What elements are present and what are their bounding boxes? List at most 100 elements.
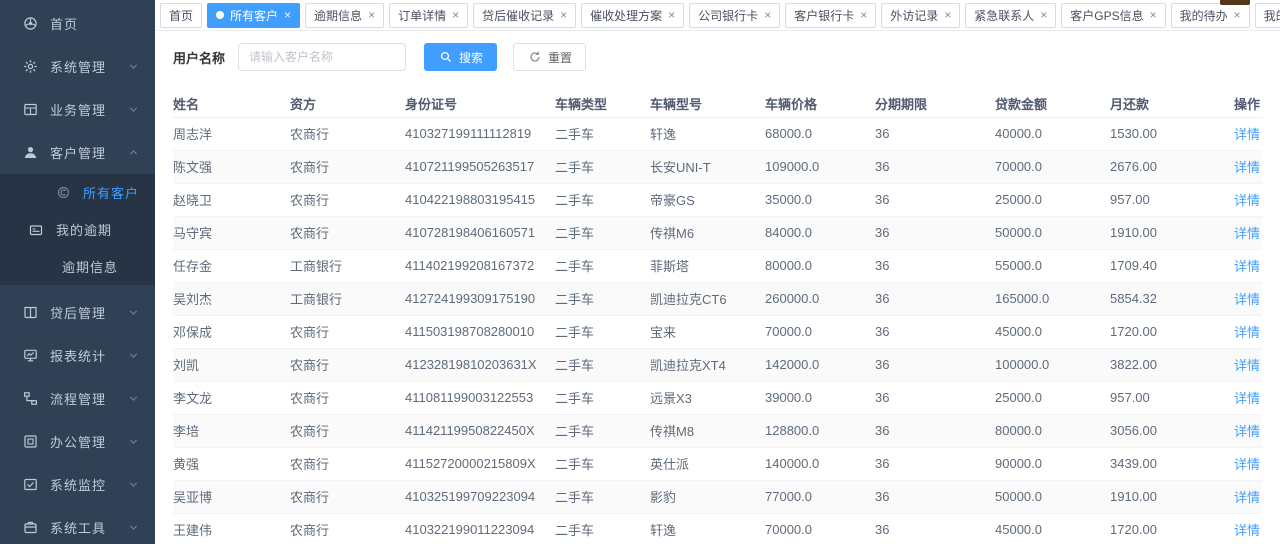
cell-action: 详情 <box>1220 249 1262 282</box>
tab-label: 外访记录 <box>890 7 938 24</box>
refresh-icon <box>527 49 543 65</box>
detail-link[interactable]: 详情 <box>1234 292 1260 307</box>
detail-link[interactable]: 详情 <box>1234 226 1260 241</box>
close-icon[interactable]: × <box>560 9 567 21</box>
column-header-name: 姓名 <box>173 91 290 117</box>
column-header-loan: 贷款金额 <box>995 91 1110 117</box>
close-icon[interactable]: × <box>284 9 291 21</box>
cell-id_no: 410728198406160571 <box>405 216 555 249</box>
tab-collection-plan[interactable]: 催收处理方案× <box>581 3 684 28</box>
cell-vtype: 二手车 <box>555 381 650 414</box>
close-icon[interactable]: × <box>1150 9 1157 21</box>
detail-link[interactable]: 详情 <box>1234 193 1260 208</box>
sidebar-item-office-manage[interactable]: 办公管理 <box>0 420 155 463</box>
cell-loan: 165000.0 <box>995 282 1110 315</box>
chevron-down-icon <box>125 520 141 536</box>
cell-vtype: 二手车 <box>555 183 650 216</box>
cell-loan: 25000.0 <box>995 183 1110 216</box>
tab-order-detail[interactable]: 订单详情× <box>389 3 468 28</box>
detail-link[interactable]: 详情 <box>1234 424 1260 439</box>
cell-action: 详情 <box>1220 150 1262 183</box>
sidebar-item-flow-manage[interactable]: 流程管理 <box>0 377 155 420</box>
report-icon <box>22 348 38 364</box>
detail-link[interactable]: 详情 <box>1234 160 1260 175</box>
search-button[interactable]: 搜索 <box>424 43 497 71</box>
sidebar-item-label: 系统监控 <box>50 475 106 494</box>
column-header-action: 操作 <box>1220 91 1262 117</box>
reset-button[interactable]: 重置 <box>513 43 586 71</box>
tab-visit-records[interactable]: 外访记录 × <box>881 3 960 28</box>
tab-company-bank-card[interactable]: 公司银行卡× <box>689 3 780 28</box>
chevron-down-icon <box>125 348 141 364</box>
sidebar-item-system-tools[interactable]: 系统工具 <box>0 506 155 544</box>
cell-monthly: 5854.32 <box>1110 282 1220 315</box>
close-icon[interactable]: × <box>368 9 375 21</box>
search-form: 用户名称 搜索 重置 <box>173 43 1262 71</box>
detail-link[interactable]: 详情 <box>1234 127 1260 142</box>
close-icon[interactable]: × <box>668 9 675 21</box>
tab-label: 首页 <box>169 7 193 24</box>
tab-all-customers[interactable]: 所有客户 × <box>207 3 300 28</box>
sidebar-item-system-monitor[interactable]: 系统监控 <box>0 463 155 506</box>
cell-funder: 农商行 <box>290 381 405 414</box>
sidebar-item-postloan-manage[interactable]: 贷后管理 <box>0 291 155 334</box>
cell-name: 吴亚博 <box>173 480 290 513</box>
chevron-up-icon <box>125 145 141 161</box>
cell-funder: 农商行 <box>290 447 405 480</box>
sidebar-item-label: 系统管理 <box>50 57 106 76</box>
close-icon[interactable]: × <box>944 9 951 21</box>
detail-link[interactable]: 详情 <box>1234 523 1260 538</box>
tab-home[interactable]: 首页 <box>160 3 202 28</box>
cell-name: 赵晓卫 <box>173 183 290 216</box>
sidebar-item-overdue-info[interactable]: 逾期信息 <box>0 248 155 285</box>
cell-monthly: 957.00 <box>1110 381 1220 414</box>
tab-my-todo[interactable]: 我的待办× <box>1171 3 1250 28</box>
tab-my-flow[interactable]: 我的流程× <box>1255 3 1280 28</box>
close-icon[interactable]: × <box>452 9 459 21</box>
sidebar-item-home[interactable]: 首页 <box>0 2 155 45</box>
customer-name-input[interactable] <box>238 43 406 71</box>
tab-customer-bank-card[interactable]: 客户银行卡× <box>785 3 876 28</box>
detail-link[interactable]: 详情 <box>1234 259 1260 274</box>
cell-price: 35000.0 <box>765 183 875 216</box>
cell-vtype: 二手车 <box>555 117 650 150</box>
tab-overdue-info[interactable]: 逾期信息× <box>305 3 384 28</box>
close-icon[interactable]: × <box>860 9 867 21</box>
sidebar-item-all-customers[interactable]: 所有客户 <box>0 174 155 211</box>
sidebar-item-label: 首页 <box>50 14 78 33</box>
cell-model: 轩逸 <box>650 513 765 544</box>
cell-vtype: 二手车 <box>555 513 650 544</box>
business-icon <box>22 102 38 118</box>
cell-funder: 农商行 <box>290 150 405 183</box>
close-icon[interactable]: × <box>764 9 771 21</box>
sidebar-item-label: 贷后管理 <box>50 303 106 322</box>
chevron-down-icon <box>125 434 141 450</box>
cell-price: 70000.0 <box>765 513 875 544</box>
table-row: 邓保成农商行411503198708280010二手车宝来70000.03645… <box>173 315 1262 348</box>
close-icon[interactable]: × <box>1040 9 1047 21</box>
sidebar-item-business-manage[interactable]: 业务管理 <box>0 88 155 131</box>
app-root: 首页系统管理业务管理客户管理 所有客户我的逾期逾期信息 贷后管理报表统计流程管理… <box>0 0 1280 544</box>
sidebar-item-system-manage[interactable]: 系统管理 <box>0 45 155 88</box>
card-icon <box>28 222 44 238</box>
sidebar-item-report-stats[interactable]: 报表统计 <box>0 334 155 377</box>
tab-emergency-contacts[interactable]: 紧急联系人× <box>965 3 1056 28</box>
tab-label: 所有客户 <box>230 7 278 24</box>
cell-action: 详情 <box>1220 414 1262 447</box>
detail-link[interactable]: 详情 <box>1234 490 1260 505</box>
table-row: 周志洋农商行410327199111112819二手车轩逸68000.03640… <box>173 117 1262 150</box>
sidebar-item-my-overdue[interactable]: 我的逾期 <box>0 211 155 248</box>
cell-action: 详情 <box>1220 216 1262 249</box>
sidebar-item-customer-manage[interactable]: 客户管理 <box>0 131 155 174</box>
detail-link[interactable]: 详情 <box>1234 358 1260 373</box>
tab-label: 客户GPS信息 <box>1070 7 1143 24</box>
cell-funder: 农商行 <box>290 117 405 150</box>
cell-model: 影豹 <box>650 480 765 513</box>
detail-link[interactable]: 详情 <box>1234 457 1260 472</box>
tab-collection-records[interactable]: 贷后催收记录× <box>473 3 576 28</box>
tab-customer-gps[interactable]: 客户GPS信息 × <box>1061 3 1165 28</box>
cell-model: 英仕派 <box>650 447 765 480</box>
detail-link[interactable]: 详情 <box>1234 391 1260 406</box>
close-icon[interactable]: × <box>1234 9 1241 21</box>
detail-link[interactable]: 详情 <box>1234 325 1260 340</box>
